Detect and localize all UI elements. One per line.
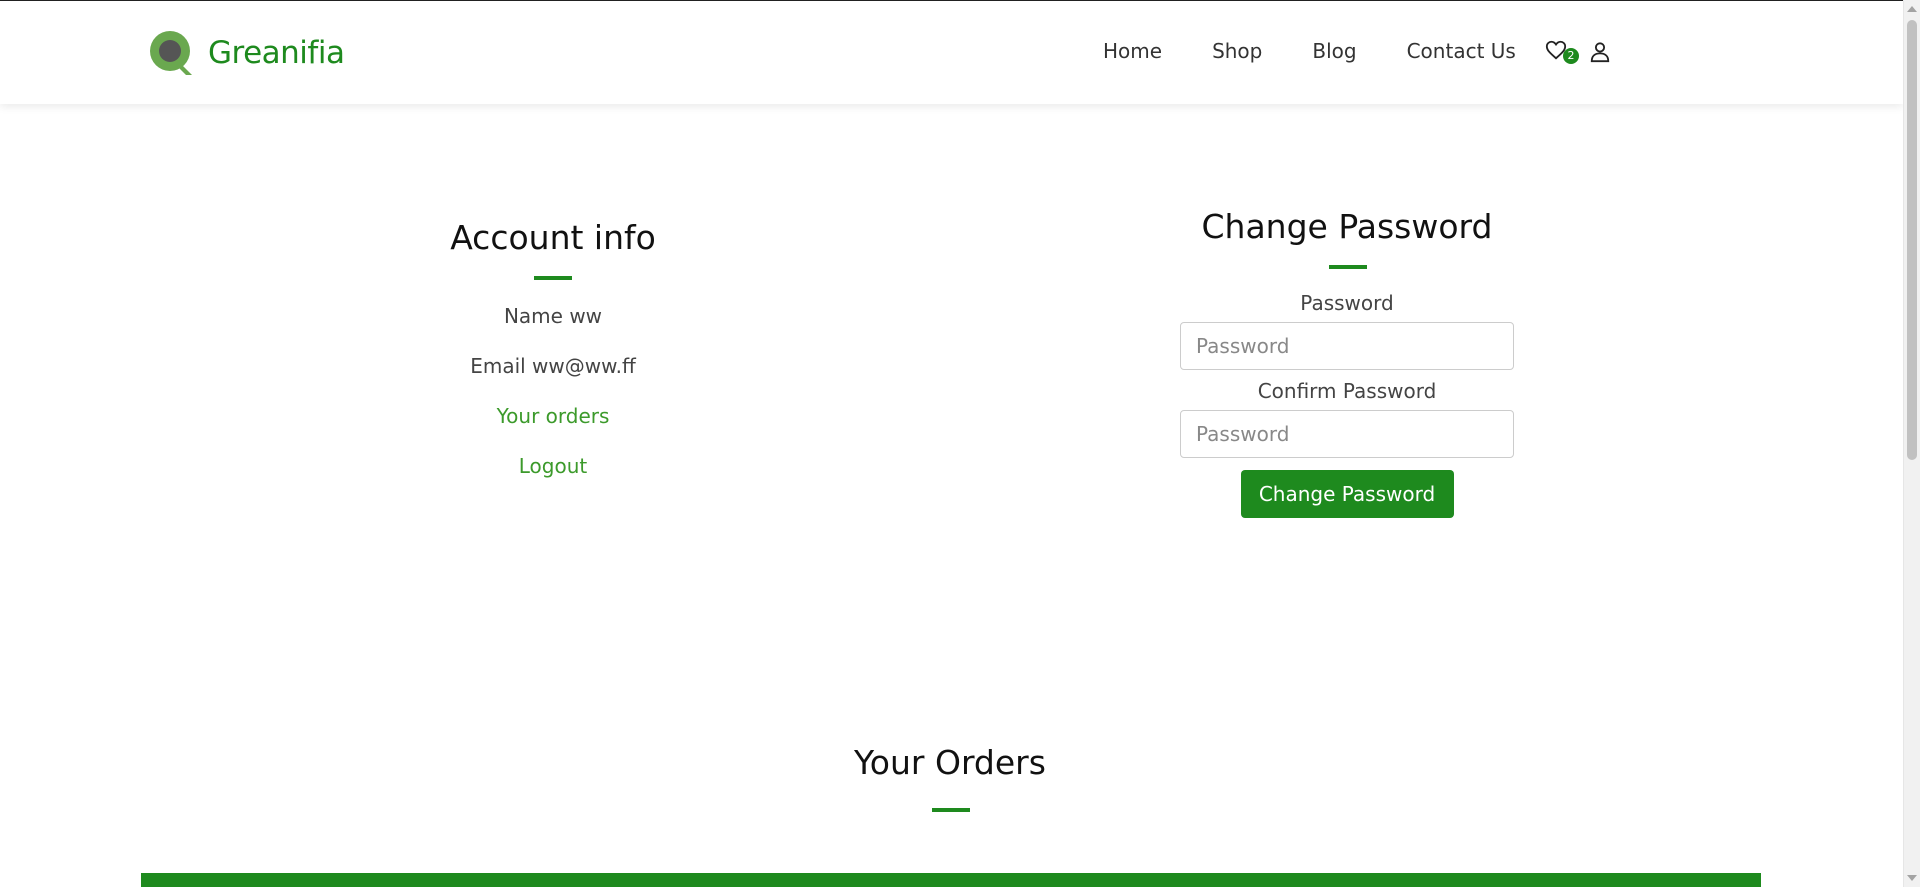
- main-nav: Home Shop Blog Contact Us: [1103, 39, 1546, 63]
- wishlist-count-badge: 2: [1563, 48, 1579, 64]
- password-label: Password: [1300, 291, 1394, 315]
- user-icon[interactable]: [1589, 40, 1611, 64]
- account-info-panel: Name ww Email ww@ww.ff Your orders Logou…: [400, 301, 706, 501]
- page-scrollbar[interactable]: [1903, 0, 1920, 887]
- nav-shop[interactable]: Shop: [1212, 39, 1262, 63]
- brand-logo[interactable]: Greanifia: [146, 27, 345, 79]
- nav-contact-us[interactable]: Contact Us: [1407, 39, 1516, 63]
- your-orders-link[interactable]: Your orders: [400, 401, 706, 451]
- nav-blog[interactable]: Blog: [1312, 39, 1356, 63]
- wishlist-button[interactable]: 2: [1545, 39, 1579, 65]
- confirm-password-input[interactable]: [1180, 410, 1514, 458]
- confirm-password-label: Confirm Password: [1257, 379, 1437, 403]
- account-title-divider: [534, 276, 572, 280]
- your-orders-title: Your Orders: [854, 743, 1046, 782]
- orders-title-divider: [932, 808, 970, 812]
- header-icons: 2: [1545, 39, 1611, 65]
- orders-table-header: [141, 873, 1761, 887]
- account-info-title: Account info: [450, 218, 656, 257]
- scroll-up-arrow-icon[interactable]: [1907, 6, 1917, 12]
- scroll-down-arrow-icon[interactable]: [1907, 875, 1917, 881]
- account-name: Name ww: [503, 304, 603, 328]
- change-password-divider: [1329, 265, 1367, 269]
- account-email: Email ww@ww.ff: [470, 354, 636, 378]
- password-input[interactable]: [1180, 322, 1514, 370]
- site-header: Greanifia Home Shop Blog Contact Us 2: [0, 1, 1903, 104]
- change-password-button[interactable]: Change Password: [1240, 470, 1454, 518]
- change-password-title: Change Password: [1201, 207, 1493, 246]
- scrollbar-thumb[interactable]: [1907, 20, 1917, 460]
- brand-name: Greanifia: [208, 35, 345, 71]
- nav-home[interactable]: Home: [1103, 39, 1162, 63]
- logout-link[interactable]: Logout: [400, 451, 706, 501]
- change-password-form: Password Confirm Password Change Passwor…: [1180, 288, 1514, 518]
- logo-icon: [150, 31, 192, 75]
